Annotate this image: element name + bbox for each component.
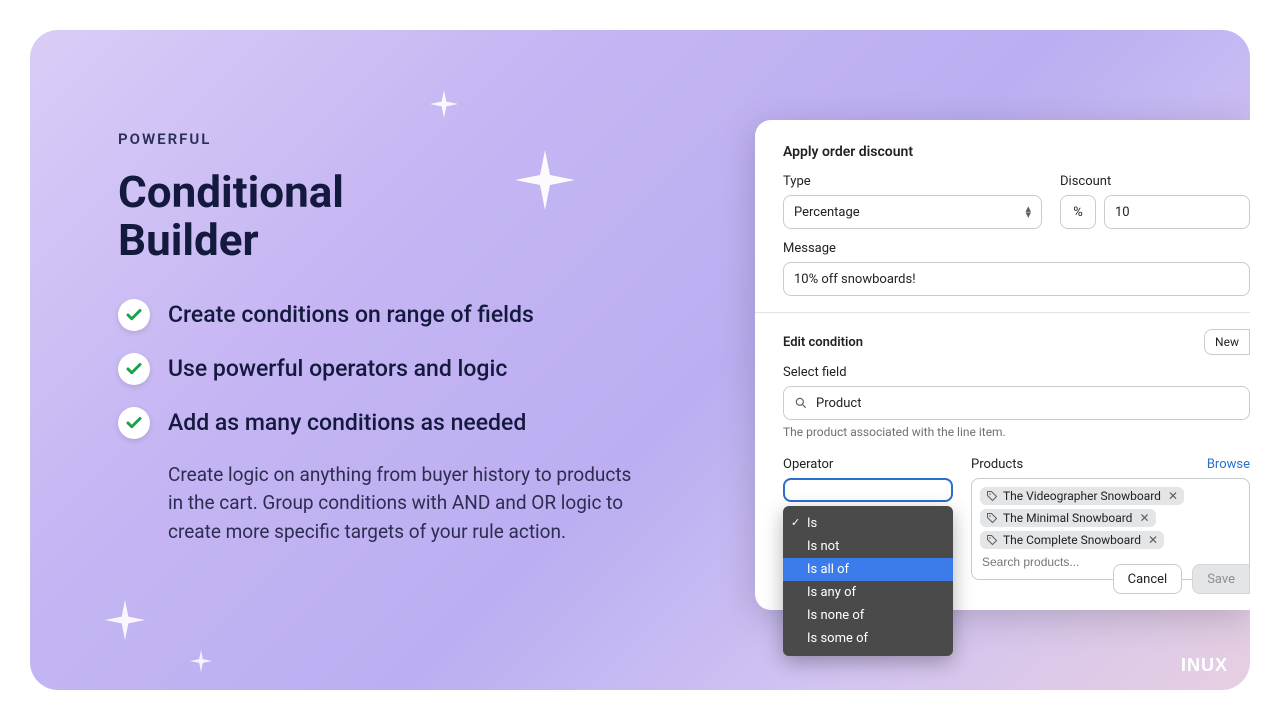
operator-dropdown[interactable]: Is Is not Is all of Is any of Is none of… (783, 506, 953, 656)
panel-title: Apply order discount (783, 144, 1250, 160)
bullet-list: Create conditions on range of fields Use… (118, 299, 688, 439)
discount-label: Discount (1060, 174, 1250, 189)
select-field-label: Select field (783, 365, 1250, 380)
divider (755, 312, 1250, 313)
bullet-item: Add as many conditions as needed (118, 407, 688, 439)
product-tag[interactable]: The Videographer Snowboard ✕ (980, 487, 1184, 505)
select-field-help: The product associated with the line ite… (783, 425, 1250, 439)
description-paragraph: Create logic on anything from buyer hist… (168, 461, 648, 547)
browse-link[interactable]: Browse (1207, 457, 1250, 472)
check-icon (118, 353, 150, 385)
type-select[interactable]: Percentage ▴▾ (783, 195, 1042, 229)
check-icon (118, 299, 150, 331)
operator-option[interactable]: Is all of (783, 558, 953, 581)
product-tag[interactable]: The Minimal Snowboard ✕ (980, 509, 1156, 527)
operator-select-outline (783, 478, 953, 502)
check-icon (118, 407, 150, 439)
tag-icon (986, 490, 998, 502)
bullet-item: Create conditions on range of fields (118, 299, 688, 331)
chevron-updown-icon: ▴▾ (1025, 206, 1031, 218)
headline-line: Conditional (118, 166, 344, 218)
type-label: Type (783, 174, 1042, 189)
operator-option[interactable]: Is any of (783, 581, 953, 604)
tag-icon (986, 512, 998, 524)
save-button[interactable]: Save (1192, 564, 1250, 594)
product-tag[interactable]: The Complete Snowboard ✕ (980, 531, 1164, 549)
bullet-text: Create conditions on range of fields (168, 301, 534, 328)
edit-condition-label: Edit condition (783, 335, 863, 350)
discount-unit: % (1060, 195, 1096, 229)
message-label: Message (783, 241, 1250, 256)
sparkle-icon (190, 650, 212, 672)
search-icon (794, 396, 808, 410)
select-field-input[interactable]: Product (783, 386, 1250, 420)
brand-logo: INUX (1181, 655, 1228, 676)
bullet-item: Use powerful operators and logic (118, 353, 688, 385)
operator-option[interactable]: Is (783, 512, 953, 535)
bullet-text: Add as many conditions as needed (168, 409, 526, 436)
headline-line: Builder (118, 214, 259, 266)
operator-option[interactable]: Is none of (783, 604, 953, 627)
headline: Conditional Builder (118, 168, 688, 265)
remove-tag-icon[interactable]: ✕ (1168, 489, 1178, 503)
remove-tag-icon[interactable]: ✕ (1148, 533, 1158, 547)
remove-tag-icon[interactable]: ✕ (1139, 511, 1149, 525)
products-label: Products (971, 457, 1023, 472)
discount-panel: Apply order discount Type Percentage ▴▾ … (755, 120, 1250, 610)
products-search-input[interactable] (978, 551, 1108, 573)
marketing-copy: POWERFUL Conditional Builder Create cond… (118, 130, 688, 546)
sparkle-icon (105, 600, 145, 640)
type-value: Percentage (794, 205, 860, 220)
feature-card: POWERFUL Conditional Builder Create cond… (30, 30, 1250, 690)
new-condition-button[interactable]: New (1204, 329, 1250, 355)
tag-icon (986, 534, 998, 546)
bullet-text: Use powerful operators and logic (168, 355, 507, 382)
select-field-value: Product (816, 396, 861, 411)
cancel-button[interactable]: Cancel (1113, 564, 1183, 594)
eyebrow: POWERFUL (118, 130, 688, 148)
operator-option[interactable]: Is not (783, 535, 953, 558)
sparkle-icon (430, 90, 458, 118)
operator-option[interactable]: Is some of (783, 627, 953, 650)
message-input[interactable]: 10% off snowboards! (783, 262, 1250, 296)
operator-label: Operator (783, 457, 953, 472)
discount-input[interactable]: 10 (1104, 195, 1250, 229)
